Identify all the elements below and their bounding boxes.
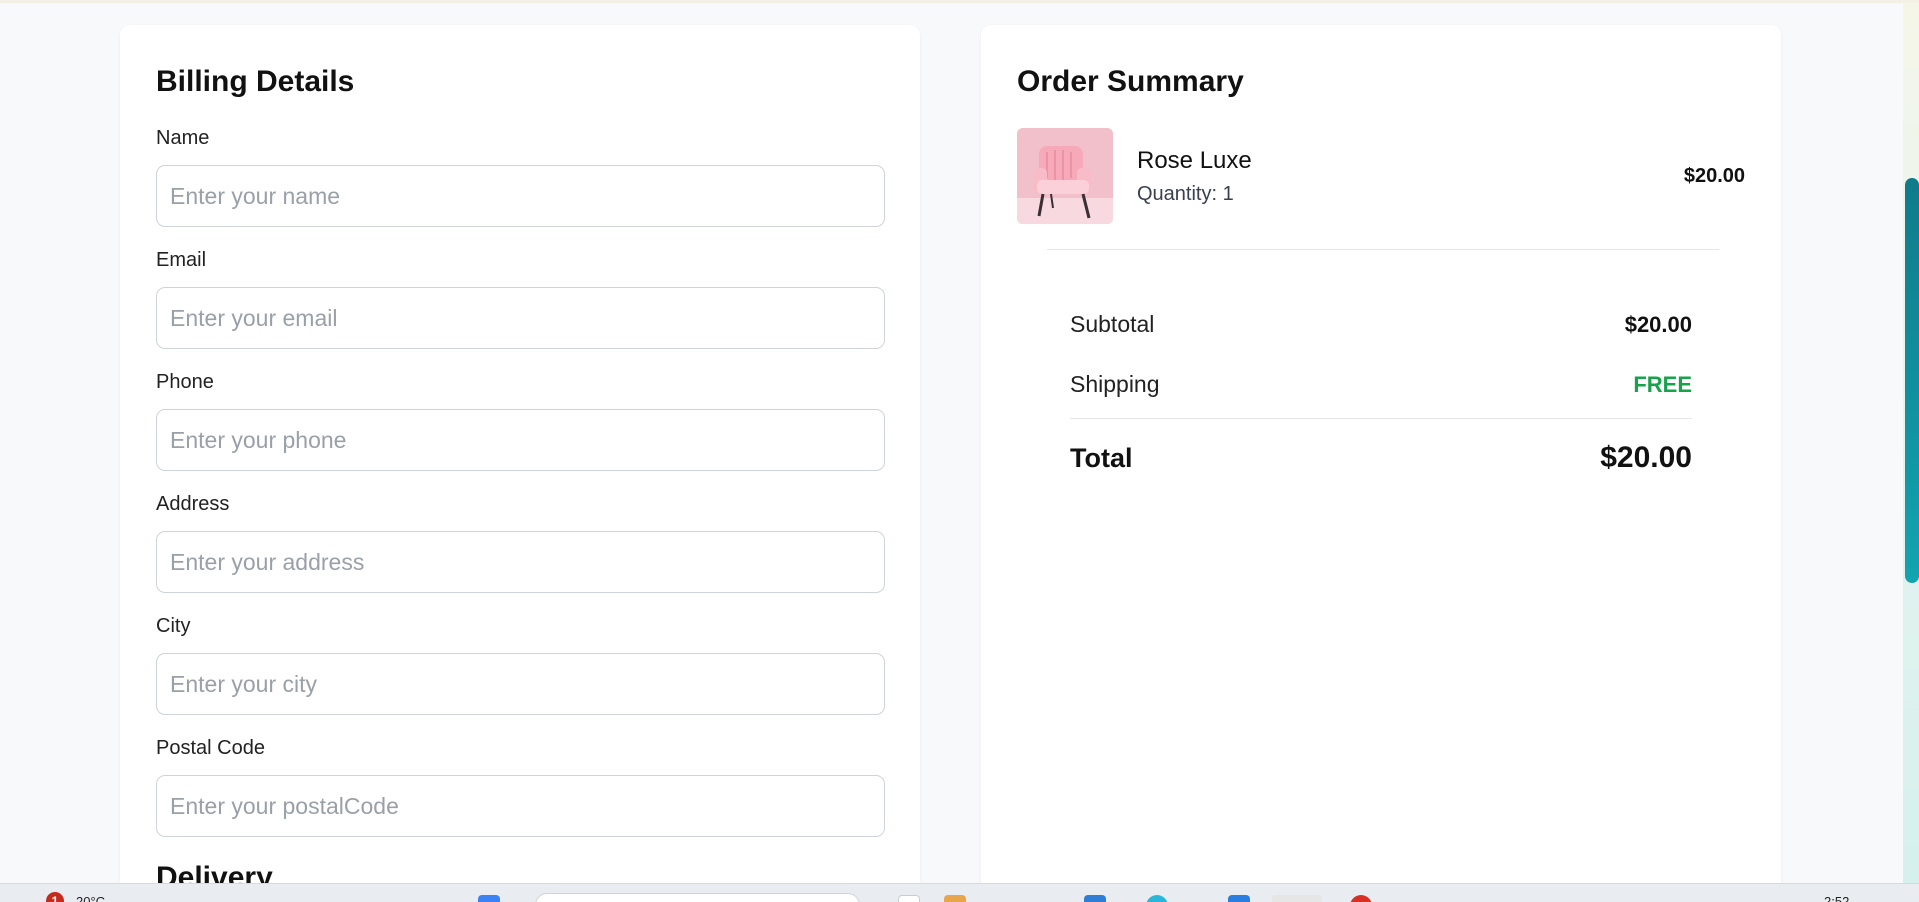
- pink-armchair-image: [1017, 128, 1113, 224]
- scrollbar-thumb[interactable]: [1905, 178, 1919, 583]
- file-icon[interactable]: [898, 895, 920, 902]
- postal-code-label: Postal Code: [156, 737, 265, 759]
- edge-icon[interactable]: [1146, 895, 1168, 902]
- email-input[interactable]: [156, 287, 885, 349]
- order-summary-title: Order Summary: [1017, 65, 1244, 98]
- shipping-value: FREE: [1633, 372, 1692, 397]
- store-icon[interactable]: [1084, 895, 1106, 902]
- address-label: Address: [156, 493, 230, 515]
- product-quantity: Quantity: 1: [1137, 183, 1234, 205]
- product-price: $20.00: [1683, 165, 1745, 187]
- city-label: City: [156, 615, 191, 637]
- chrome-icon[interactable]: [1350, 895, 1372, 902]
- city-input[interactable]: [156, 653, 885, 715]
- vscode-icon[interactable]: [1228, 895, 1250, 902]
- shipping-label: Shipping: [1070, 371, 1160, 397]
- name-input[interactable]: [156, 165, 885, 227]
- folder-icon[interactable]: [944, 895, 966, 902]
- total-divider: [1070, 418, 1692, 419]
- product-name: Rose Luxe: [1137, 147, 1252, 174]
- subtotal-value: $20.00: [1624, 312, 1692, 337]
- name-label: Name: [156, 127, 210, 149]
- order-summary-card: Order Summary Rose Luxe Quantity: 1 $20.…: [981, 25, 1781, 895]
- address-input[interactable]: [156, 531, 885, 593]
- phone-input[interactable]: [156, 409, 885, 471]
- subtotal-label: Subtotal: [1070, 311, 1155, 337]
- billing-details-card: Billing Details Name Email Phone Address…: [120, 25, 920, 895]
- item-divider: [1047, 249, 1719, 250]
- total-label: Total: [1070, 443, 1133, 473]
- clock[interactable]: 2:52: [1824, 894, 1849, 902]
- checkout-page: Billing Details Name Email Phone Address…: [0, 3, 1919, 895]
- taskbar-search[interactable]: [535, 893, 860, 902]
- start-icon[interactable]: [478, 895, 500, 902]
- billing-title: Billing Details: [156, 65, 355, 98]
- taskbar: 1 20°C 2:52: [0, 883, 1919, 902]
- chrome-active-icon[interactable]: [1272, 895, 1322, 902]
- postal-code-input[interactable]: [156, 775, 885, 837]
- phone-label: Phone: [156, 371, 214, 393]
- email-label: Email: [156, 249, 207, 271]
- weather-widget[interactable]: 20°C: [76, 894, 105, 902]
- total-value: $20.00: [1600, 441, 1692, 474]
- notification-badge: 1: [46, 892, 64, 902]
- product-thumbnail: [1017, 128, 1113, 224]
